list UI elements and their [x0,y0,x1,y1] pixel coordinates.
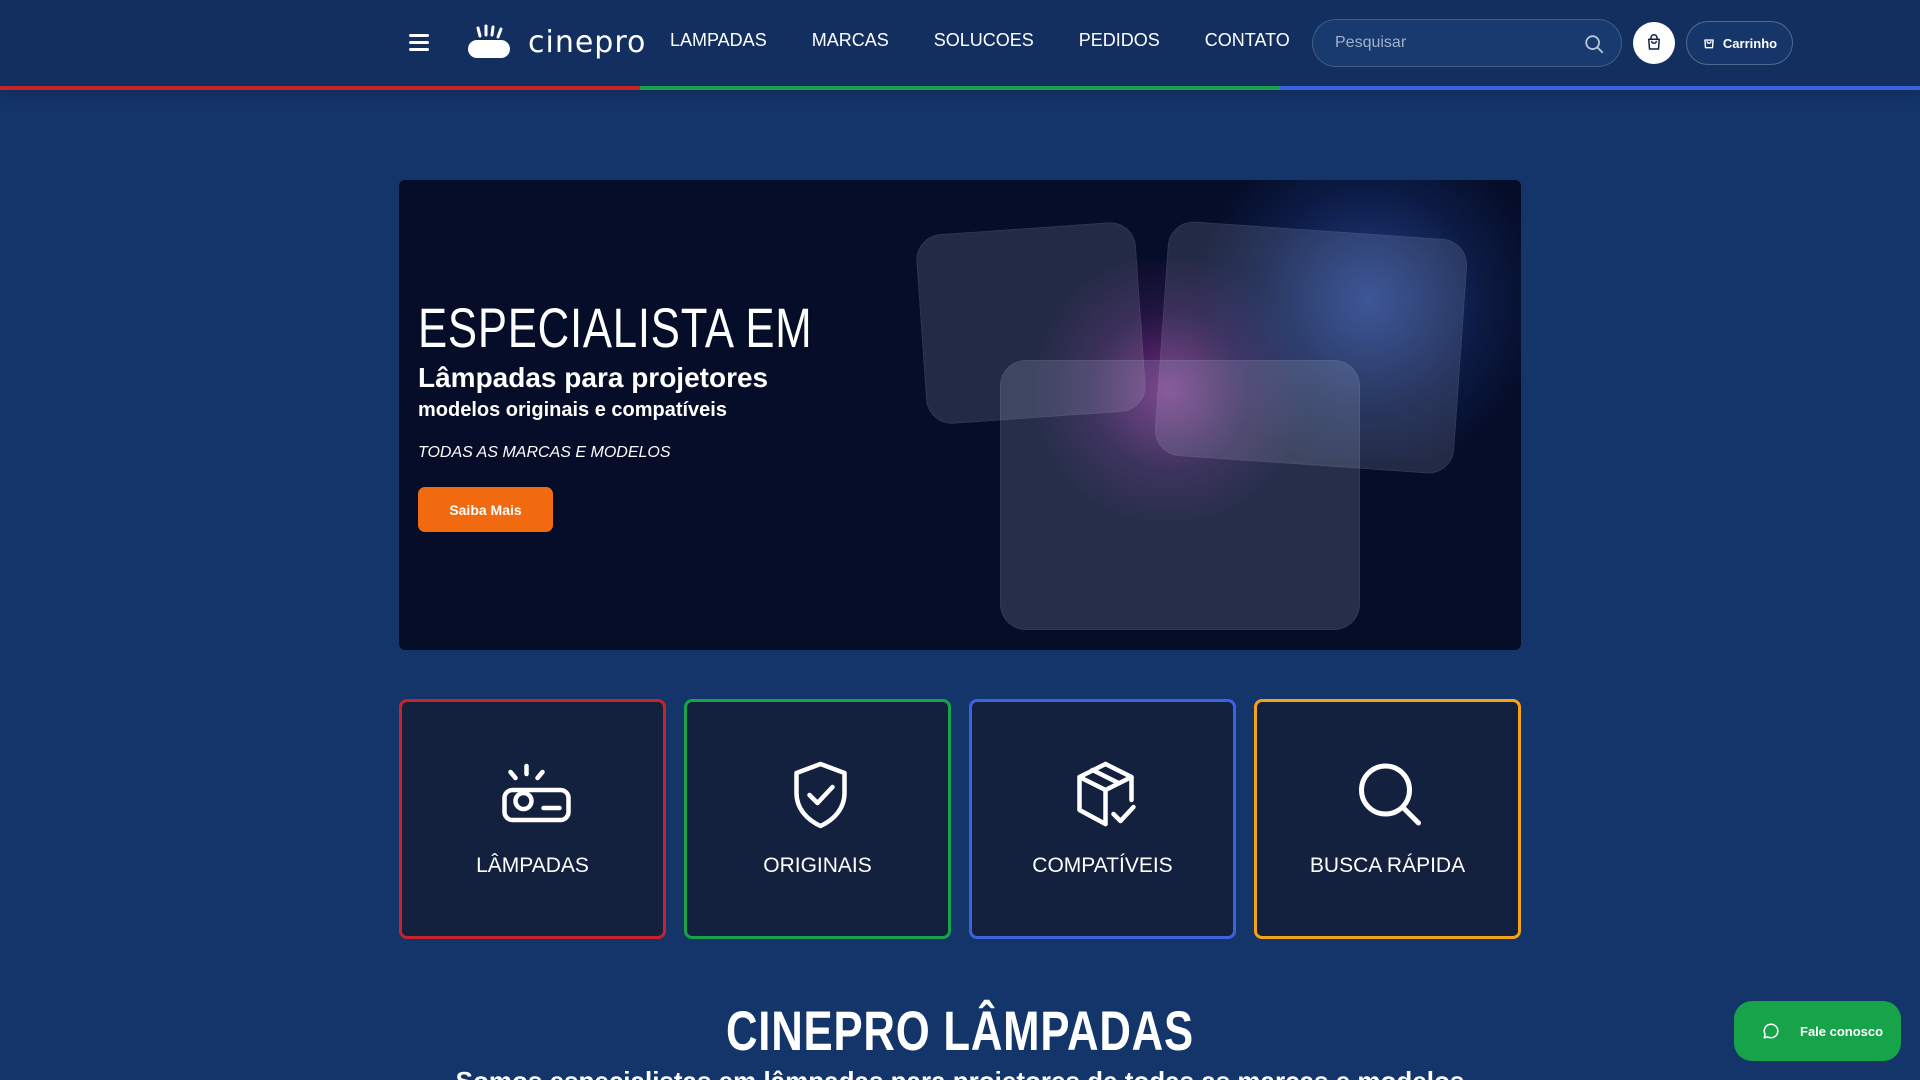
category-label: BUSCA RÁPIDA [1309,854,1466,877]
search-bar [1312,19,1622,67]
category-label: COMPATÍVEIS [1032,854,1173,877]
hamburger-menu-icon[interactable] [404,30,434,56]
category-label: ORIGINAIS [763,854,872,877]
nav-item-lampadas[interactable]: LAMPADAS [670,30,767,51]
chat-bubble-icon [1763,1023,1779,1039]
section-subtitle: Somos especialistas em lâmpadas para pro… [0,1066,1920,1080]
projector-lamp-icon [502,763,571,823]
chat-label: Fale conosco [1800,1023,1884,1039]
saiba-mais-button[interactable]: Saiba Mais [418,487,553,532]
category-label: LÂMPADAS [476,854,589,877]
cart-icon-button[interactable] [1633,22,1675,64]
category-card-busca-rapida[interactable]: BUSCA RÁPIDA [1254,699,1521,939]
fale-conosco-button[interactable]: Fale conosco [1734,1001,1901,1061]
nav-item-marcas[interactable]: MARCAS [812,30,889,51]
section-title: CINEPRO LÂMPADAS [0,998,1920,1063]
main-nav: LAMPADAS MARCAS SOLUCOES PEDIDOS CONTATO [670,30,1335,51]
shield-check-icon [794,761,847,829]
search-icon[interactable] [1583,33,1605,55]
nav-item-contato[interactable]: CONTATO [1205,30,1290,51]
search-icon [1359,763,1421,826]
accent-stripe-red [0,86,640,90]
accent-stripe-green [640,86,1280,90]
package-check-icon [1077,761,1136,827]
category-card-lampadas[interactable]: LÂMPADAS [399,699,666,939]
accent-stripe-blue [1280,86,1920,90]
category-card-originais[interactable]: ORIGINAIS [684,699,951,939]
nav-item-solucoes[interactable]: SOLUCOES [934,30,1034,51]
hero-decor-panel [1000,360,1360,630]
shopping-bag-icon [1704,39,1714,49]
section-title-text: CINEPRO LÂMPADAS [726,999,1194,1062]
hero-banner: ESPECIALISTA EM Lâmpadas para projetores… [399,180,1521,650]
cart-button[interactable]: Carrinho [1686,21,1793,65]
hero-tagline: TODAS AS MARCAS E MODELOS [418,444,671,461]
projector-logo-icon [468,24,510,58]
shopping-bag-icon [1648,34,1660,50]
search-input[interactable] [1335,34,1565,52]
hero-subtitle-secondary: modelos originais e compatíveis [418,399,727,421]
nav-item-pedidos[interactable]: PEDIDOS [1079,30,1160,51]
cart-label: Carrinho [1722,35,1778,51]
category-card-compativeis[interactable]: COMPATÍVEIS [969,699,1236,939]
top-navbar: cinepro LAMPADAS MARCAS SOLUCOES PEDIDOS… [0,0,1920,86]
brand-logo[interactable]: cinepro [466,22,646,62]
hero-title: ESPECIALISTA EM [418,296,813,359]
hero-subtitle: Lâmpadas para projetores [418,362,769,393]
brand-name: cinepro [528,24,647,60]
